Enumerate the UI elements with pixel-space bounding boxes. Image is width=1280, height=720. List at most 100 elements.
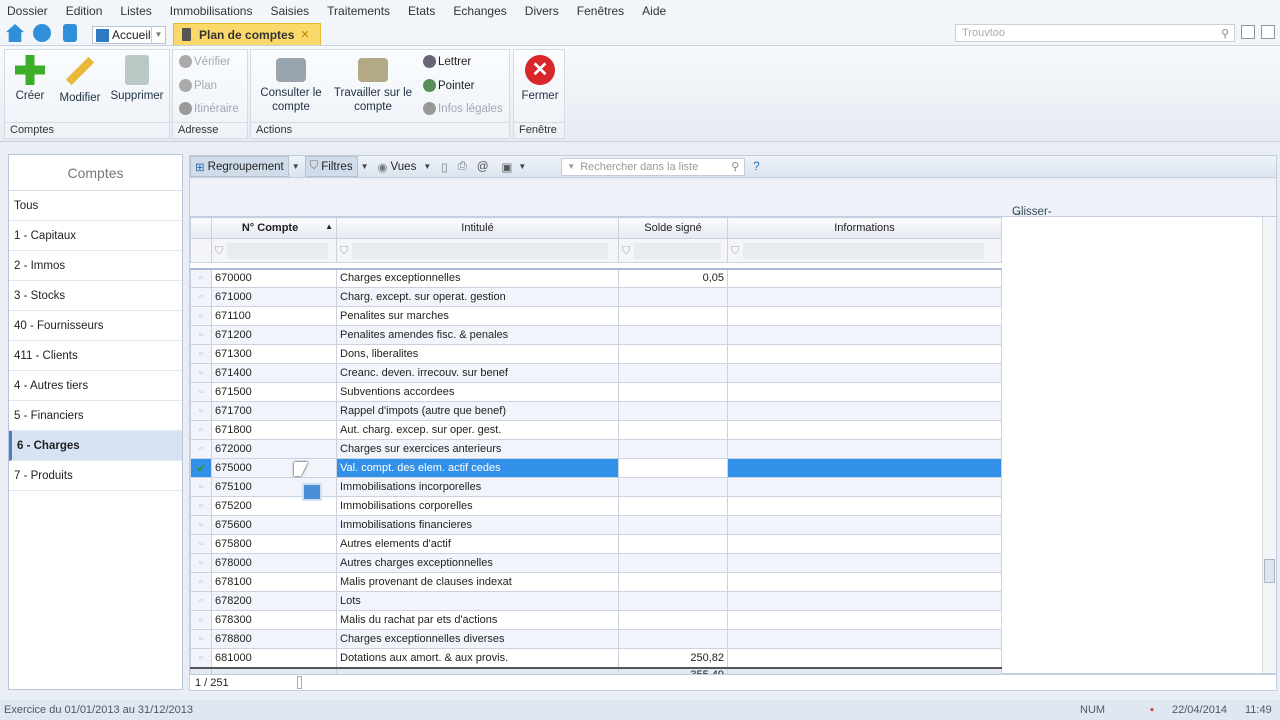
row-checkbox[interactable]: ▫	[190, 534, 212, 554]
menu-item[interactable]: Dossier	[7, 4, 48, 18]
chevron-down-icon[interactable]: ▼	[292, 162, 300, 171]
work-account-button[interactable]: Travailler sur le compte	[329, 58, 417, 114]
row-checkbox[interactable]: ▫	[190, 477, 212, 497]
horizontal-scroll-thumb[interactable]	[297, 676, 302, 689]
row-checkbox[interactable]: ▫	[190, 268, 212, 288]
sidebar-item[interactable]: 7 - Produits	[9, 461, 182, 491]
plan-button[interactable]: Plan	[179, 79, 217, 92]
help-button[interactable]: ?	[753, 161, 759, 173]
lettrer-button[interactable]: Lettrer	[423, 55, 471, 68]
table-row[interactable]: ▫ 675800 Autres elements d'actif	[190, 534, 1002, 554]
close-button[interactable]: ✕ Fermer	[517, 55, 563, 103]
print-icon[interactable]: ⎙	[458, 160, 467, 173]
sidebar-item[interactable]: 6 - Charges	[9, 431, 182, 461]
filter-account-number[interactable]: ⛉	[211, 238, 337, 263]
table-row[interactable]: ▫ 671500 Subventions accordees	[190, 382, 1002, 402]
tab-plan-de-comptes[interactable]: Plan de comptes ✕	[173, 23, 321, 45]
table-row[interactable]: ▫ 672000 Charges sur exercices anterieurs	[190, 439, 1002, 459]
filter-information[interactable]: ⛉	[727, 238, 1002, 263]
filters-button[interactable]: ⛉ Filtres	[304, 156, 358, 177]
vertical-scrollbar[interactable]	[1262, 217, 1276, 673]
views-button[interactable]: ◉ Vues	[374, 156, 421, 177]
row-checkbox[interactable]: ▫	[190, 287, 212, 307]
row-checkbox[interactable]: ▫	[190, 591, 212, 611]
row-checkbox[interactable]: ▫	[190, 325, 212, 345]
pointer-button[interactable]: Pointer	[423, 79, 474, 92]
preview-icon[interactable]: ▯	[441, 160, 447, 174]
chevron-down-icon[interactable]: ▼	[518, 162, 526, 171]
scroll-thumb[interactable]	[1264, 559, 1275, 583]
consult-account-button[interactable]: Consulter le compte	[257, 58, 325, 114]
sidebar-item[interactable]: 40 - Fournisseurs	[9, 311, 182, 341]
table-row[interactable]: ▫ 671200 Penalites amendes fisc. & penales	[190, 325, 1002, 345]
table-row[interactable]: ▫ 671000 Charg. except. sur operat. gestio…	[190, 287, 1002, 307]
row-checkbox[interactable]: ▫	[190, 439, 212, 459]
sidebar-item[interactable]: 1 - Capitaux	[9, 221, 182, 251]
table-row[interactable]: ▫ 670000 Charges exceptionnelles 0,05	[190, 268, 1002, 288]
table-row[interactable]: ▫ 671800 Aut. charg. excep. sur oper. gest…	[190, 420, 1002, 440]
grouping-button[interactable]: ⊞ Regroupement	[190, 156, 289, 177]
modify-button[interactable]: Modifier	[55, 55, 105, 105]
column-header-title[interactable]: Intitulé	[336, 217, 619, 239]
row-checkbox[interactable]: ▫	[190, 648, 212, 668]
row-checkbox[interactable]: ▫	[190, 401, 212, 421]
table-row[interactable]: ▫ 678200 Lots	[190, 591, 1002, 611]
filter-balance[interactable]: ⛉	[618, 238, 728, 263]
row-checkbox[interactable]: ▫	[190, 629, 212, 649]
menu-item[interactable]: Etats	[408, 4, 435, 18]
restore-window-button[interactable]	[1241, 25, 1255, 39]
menu-item[interactable]: Listes	[120, 4, 151, 18]
create-button[interactable]: Créer	[9, 55, 51, 103]
row-checkbox[interactable]: ▫	[190, 420, 212, 440]
clipboard-icon[interactable]: ▣	[502, 160, 513, 174]
pie-chart-icon[interactable]	[33, 24, 51, 42]
row-checkbox[interactable]: ▫	[190, 496, 212, 516]
row-checkbox[interactable]: ▫	[190, 572, 212, 592]
sidebar-item[interactable]: 2 - Immos	[9, 251, 182, 281]
close-window-button[interactable]	[1261, 25, 1275, 39]
column-header-information[interactable]: Informations	[727, 217, 1002, 239]
filter-title[interactable]: ⛉	[336, 238, 619, 263]
table-row[interactable]: ▫ 671400 Creanc. deven. irrecouv. sur bene…	[190, 363, 1002, 383]
menu-item[interactable]: Edition	[66, 4, 103, 18]
chevron-down-icon[interactable]: ▼	[361, 162, 369, 171]
sidebar-item[interactable]: 4 - Autres tiers	[9, 371, 182, 401]
email-icon[interactable]: @	[477, 161, 489, 173]
select-all-checkbox[interactable]	[190, 217, 212, 239]
sidebar-item[interactable]: 5 - Financiers	[9, 401, 182, 431]
menu-item[interactable]: Immobilisations	[170, 4, 253, 18]
close-icon[interactable]: ✕	[300, 28, 309, 41]
global-search-input[interactable]: Trouvtoo ⚲	[955, 24, 1235, 42]
table-row[interactable]: ▫ 671700 Rappel d'impots (autre que benef)	[190, 401, 1002, 421]
home-dropdown[interactable]: Accueil ▼	[92, 26, 166, 44]
row-checkbox[interactable]: ▫	[190, 610, 212, 630]
column-header-account-number[interactable]: N° Compte ▲	[211, 217, 337, 239]
column-header-balance[interactable]: Solde signé	[618, 217, 728, 239]
table-row[interactable]: ▫ 671100 Penalites sur marches	[190, 306, 1002, 326]
table-row[interactable]: ▫ 678100 Malis provenant de clauses indexa…	[190, 572, 1002, 592]
table-row[interactable]: ▫ 681000 Dotations aux amort. & aux provis…	[190, 648, 1002, 668]
menu-item[interactable]: Divers	[525, 4, 559, 18]
row-checkbox[interactable]: ▫	[190, 553, 212, 573]
legal-info-button[interactable]: Infos légales	[423, 102, 503, 115]
menu-item[interactable]: Echanges	[453, 4, 506, 18]
row-checkbox[interactable]: ▫	[190, 515, 212, 535]
menu-item[interactable]: Fenêtres	[577, 4, 624, 18]
table-row[interactable]: ✔ 675000 Val. compt. des elem. actif cedes	[190, 458, 1002, 478]
row-checkbox[interactable]: ✔	[190, 458, 212, 478]
sidebar-item[interactable]: 411 - Clients	[9, 341, 182, 371]
sidebar-item[interactable]: 3 - Stocks	[9, 281, 182, 311]
sidebar-item[interactable]: Tous	[9, 191, 182, 221]
menu-item[interactable]: Aide	[642, 4, 666, 18]
table-row[interactable]: ▫ 678000 Autres charges exceptionnelles	[190, 553, 1002, 573]
row-checkbox[interactable]: ▫	[190, 344, 212, 364]
row-checkbox[interactable]: ▫	[190, 363, 212, 383]
menu-item[interactable]: Saisies	[270, 4, 309, 18]
menu-item[interactable]: Traitements	[327, 4, 390, 18]
verify-button[interactable]: Vérifier	[179, 55, 230, 68]
table-row[interactable]: ▫ 675600 Immobilisations financieres	[190, 515, 1002, 535]
group-drop-area[interactable]: ↪Glisser-déposer ici la colonne de regro…	[189, 178, 1277, 266]
table-row[interactable]: ▫ 671300 Dons, liberalites	[190, 344, 1002, 364]
chevron-down-icon[interactable]: ▼	[423, 162, 431, 171]
row-checkbox[interactable]: ▫	[190, 306, 212, 326]
